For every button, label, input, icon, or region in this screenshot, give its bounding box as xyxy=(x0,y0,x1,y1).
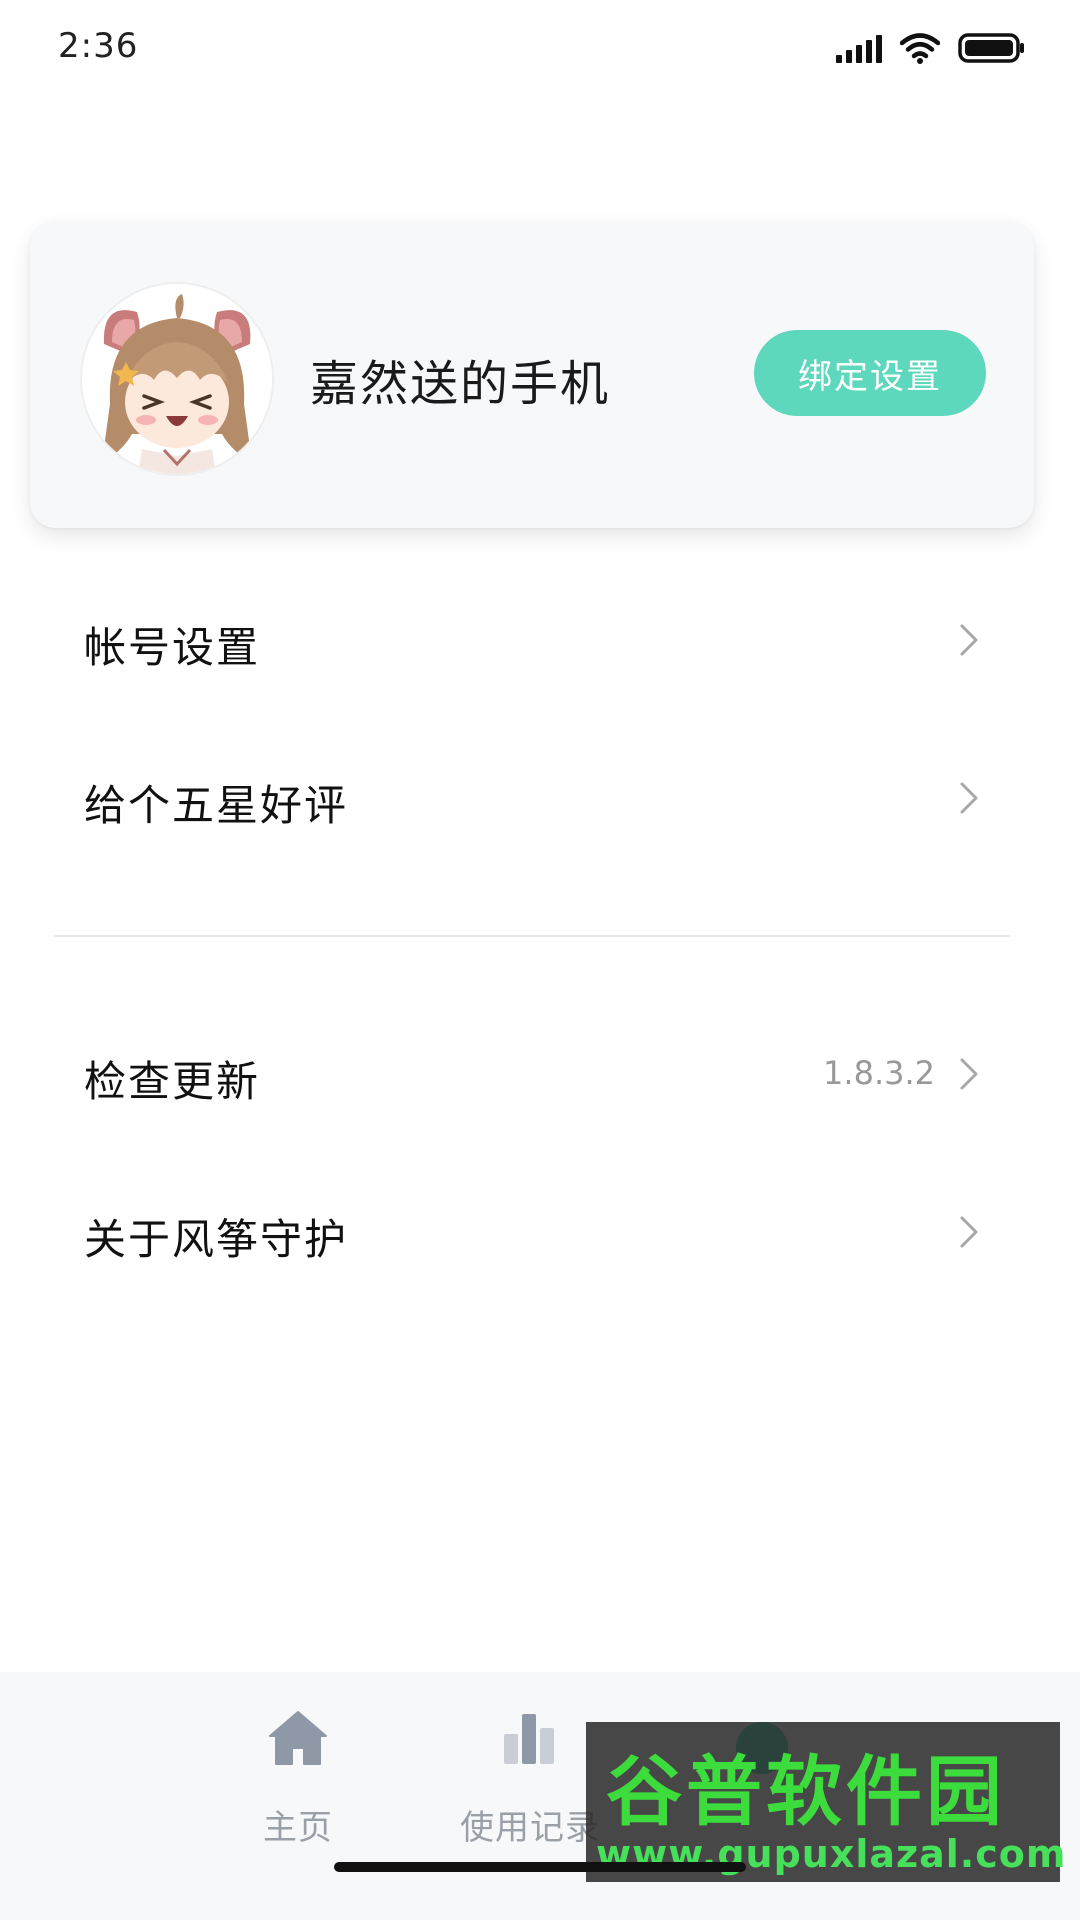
device-name: 嘉然送的手机 xyxy=(310,356,611,412)
menu-item-label: 关于风筝守护 xyxy=(84,1215,349,1264)
menu-item-label: 检查更新 xyxy=(84,1057,261,1106)
status-icons xyxy=(836,30,1026,66)
watermark-brand: 谷普软件园 xyxy=(606,1747,1006,1836)
menu-item-label: 给个五星好评 xyxy=(84,781,349,830)
home-indicator[interactable] xyxy=(334,1862,746,1872)
wifi-icon xyxy=(900,32,940,64)
bind-settings-button[interactable]: 绑定设置 xyxy=(754,330,986,416)
watermark: 谷普软件园 www.gupuxlazal.com xyxy=(586,1722,1065,1882)
avatar[interactable] xyxy=(80,282,274,476)
menu-item-about[interactable]: 关于风筝守护 xyxy=(0,1172,1080,1292)
menu-item-five-star-review[interactable]: 给个五星好评 xyxy=(0,738,1080,858)
bar-chart-icon xyxy=(504,1714,554,1764)
battery-icon xyxy=(958,32,1026,64)
chevron-right-icon xyxy=(960,782,978,814)
anime-girl-avatar-icon xyxy=(82,284,272,474)
menu-item-account-settings[interactable]: 帐号设置 xyxy=(0,580,1080,700)
status-time: 2:36 xyxy=(58,26,139,66)
signal-icon xyxy=(836,33,882,63)
chevron-right-icon xyxy=(960,1058,978,1090)
status-bar: 2:36 xyxy=(0,0,1080,96)
version-value: 1.8.3.2 xyxy=(823,1054,935,1092)
section-divider xyxy=(54,935,1010,937)
home-icon xyxy=(269,1711,327,1765)
nav-item-home[interactable]: 主页 xyxy=(198,1708,398,1848)
nav-label: 主页 xyxy=(263,1808,333,1848)
chevron-right-icon xyxy=(960,624,978,656)
profile-card: 嘉然送的手机 绑定设置 xyxy=(30,222,1034,528)
menu-item-label: 帐号设置 xyxy=(84,623,261,672)
chevron-right-icon xyxy=(960,1216,978,1248)
menu-item-check-update[interactable]: 检查更新 1.8.3.2 xyxy=(0,1014,1080,1134)
